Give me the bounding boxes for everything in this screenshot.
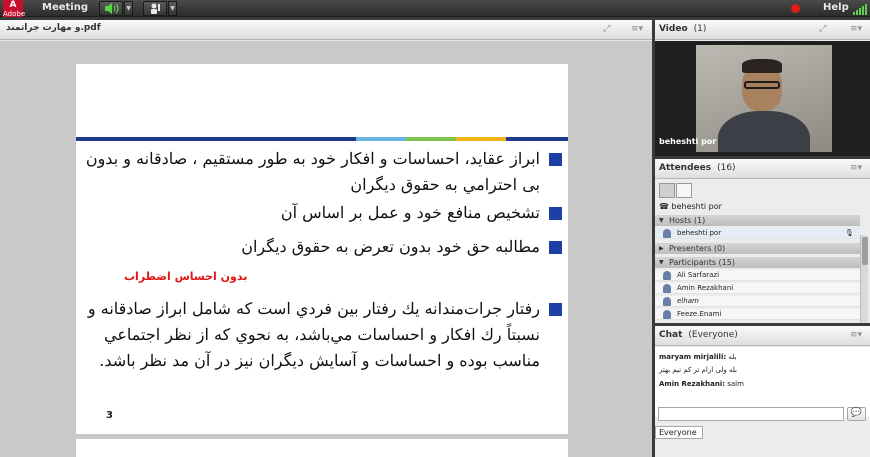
attendees-pod-title: Attendees [659,163,712,173]
participant-user-icon [663,297,671,306]
attendees-pod: Attendees (16) ≡▾ ☎ beheshti por ▼ Hosts (… [655,159,870,323]
share-document-title: و مهارت جراتمند.pdf [6,23,101,33]
speaker-button[interactable] [99,1,123,16]
help-menu[interactable]: Help [823,0,849,17]
video-pod: Video (1) ⤢ ≡▾ beheshti por [655,20,870,156]
bullet-square-icon [549,241,562,254]
video-count: (1) [693,24,707,34]
bar-segment [256,137,356,141]
participants-group-header[interactable]: ▼ Participants (15) [655,257,860,268]
webcam-video[interactable] [696,45,832,152]
pod-options-menu-icon[interactable]: ≡▾ [850,24,862,34]
attendee-row[interactable]: Ali Sarfarazi [655,270,860,281]
participant-user-icon [663,271,671,280]
chat-message: maryam mirjalili: بله [659,353,737,361]
video-pod-title: Video [659,24,688,34]
pod-options-menu-icon[interactable]: ≡▾ [850,330,862,340]
recording-indicator-icon [791,4,800,13]
chat-input[interactable] [658,407,844,421]
expand-triangle-icon: ▶ [659,245,664,252]
participant-user-icon [663,284,671,293]
video-pod-header: Video (1) ⤢ ≡▾ [655,20,870,40]
participant-user-icon [663,310,671,319]
pod-options-menu-icon[interactable]: ≡▾ [631,24,643,34]
bullet-square-icon [549,207,562,220]
chat-pod-header: Chat (Everyone) ≡▾ [655,326,870,346]
share-content-area: ابراز عقايد، احساسات و افكار خود به طور … [0,41,652,457]
slide-bullet: رفتار جرات‌مندانه يك رفتار بين فردي است … [84,296,562,374]
connection-signal-icon [853,4,867,15]
chat-pod: Chat (Everyone) ≡▾ maryam mirjalili: بله … [655,326,870,457]
status-dropdown-chevron-icon[interactable]: ▼ [168,1,177,16]
bar-segment [506,137,568,141]
pod-options-menu-icon[interactable]: ≡▾ [850,163,862,173]
status-view-icon[interactable] [676,183,692,198]
share-pod-header: و مهارت جراتمند.pdf ⤢ ≡▾ [0,20,652,40]
slide-page-number: 3 [106,410,113,421]
chat-message: بله ولی ارام تر کم تیم بهتر [659,366,737,374]
list-view-icon[interactable] [659,183,675,198]
microphone-icon: 🎙 [845,229,854,237]
slide-bullet: تشخيص منافع خود و عمل بر اساس آن [84,200,562,226]
attendees-pod-header: Attendees (16) ≡▾ [655,159,870,179]
fullscreen-icon[interactable]: ⤢ [819,24,826,34]
adobe-logo: A Adobe [3,0,26,18]
attendees-count: (16) [717,163,736,173]
presenters-group-header[interactable]: ▶ Presenters (0) [655,243,860,254]
attendee-row[interactable]: beheshti por 🎙 [655,228,860,239]
attendee-row[interactable]: elham [655,296,860,307]
hosts-group-header[interactable]: ▼ Hosts (1) [655,215,860,226]
presentation-slide: ابراز عقايد، احساسات و افكار خود به طور … [76,64,568,434]
person-status-icon [151,3,160,14]
slide-bullet: مطالبه حق خود بدون تعرض به حقوق ديگران [84,234,562,260]
host-user-icon [663,229,671,238]
bar-segment [406,137,456,141]
chat-tab-everyone[interactable]: Everyone [655,426,703,439]
scrollbar-thumb[interactable] [862,237,868,265]
top-menu-bar: A Adobe Meeting ▼ ▼ Help [0,0,870,18]
meeting-menu[interactable]: Meeting [42,0,88,17]
slide-header-bar [76,137,568,141]
my-status-row[interactable]: ☎ beheshti por [659,202,722,211]
bullet-square-icon [549,153,562,166]
fullscreen-icon[interactable]: ⤢ [603,24,610,34]
share-pod: و مهارت جراتمند.pdf ⤢ ≡▾ ابراز عقايد، اح… [0,20,652,457]
chat-pod-title: Chat [659,330,683,340]
bar-segment [76,137,256,141]
collapse-triangle-icon: ▼ [659,217,664,224]
speech-bubble-icon: 💬 [850,408,863,418]
speaker-dropdown-chevron-icon[interactable]: ▼ [124,1,133,16]
bullet-square-icon [549,303,562,316]
chat-scope: (Everyone) [688,330,738,340]
attendee-row[interactable]: Feeze.Enami [655,309,860,320]
raise-hand-button[interactable] [143,1,167,16]
send-message-button[interactable]: 💬 [847,407,866,421]
attendees-scrollbar[interactable] [860,235,868,323]
slide-subtitle: بدون احساس اضطراب [124,270,248,283]
attendee-row[interactable]: Amin Rezakhani [655,283,860,294]
attendees-toolbar [655,180,870,202]
speaker-icon [105,3,119,14]
slide-bullet: ابراز عقايد، احساسات و افكار خود به طور … [84,146,562,198]
bar-segment [456,137,506,141]
chat-message: Amin Rezakhani: salm [659,380,744,388]
next-slide-preview [76,439,568,457]
collapse-triangle-icon: ▼ [659,259,664,266]
video-user-name: beheshti por [659,137,717,146]
bar-segment [356,137,406,141]
